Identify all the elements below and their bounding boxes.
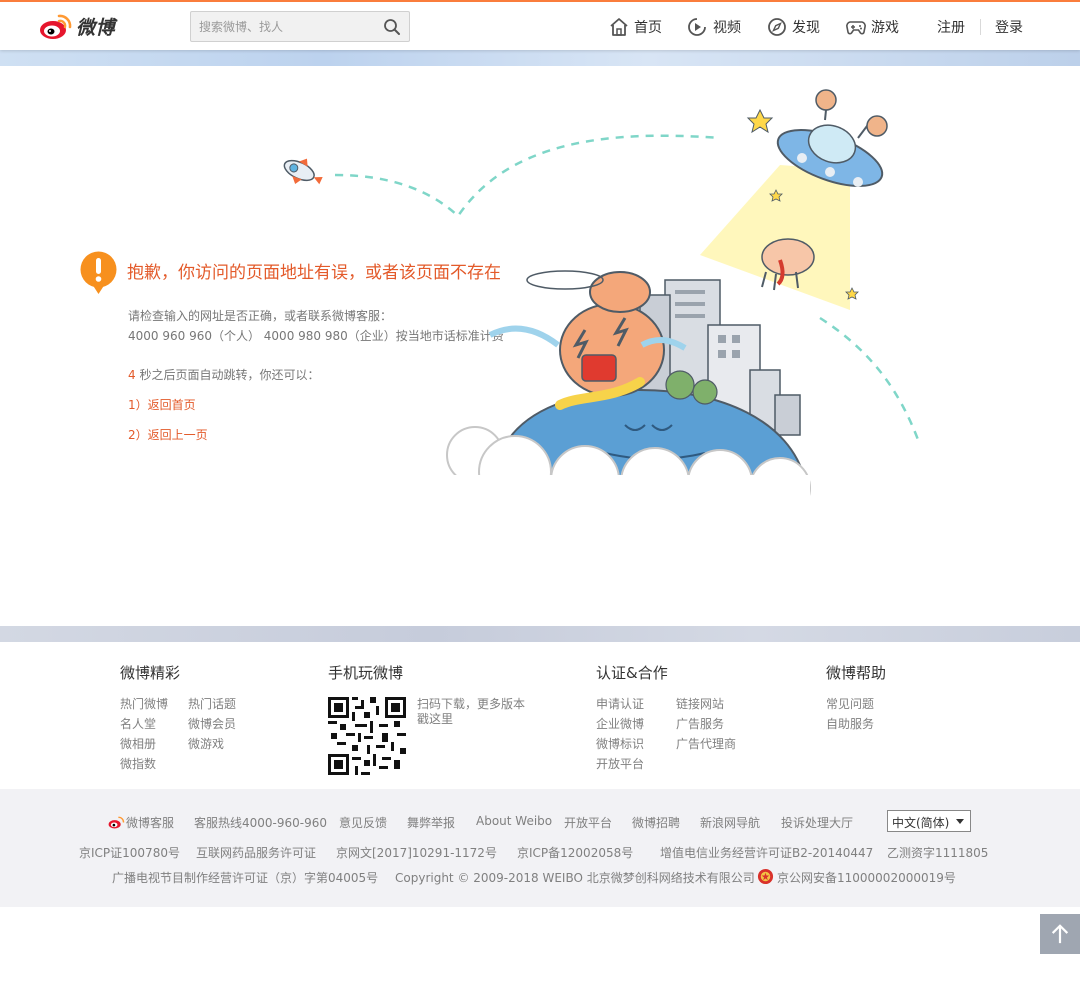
qr-download-text[interactable]: 扫码下载，更多版本戳这里: [417, 697, 533, 727]
hotline-link[interactable]: 客服热线4000-960-960: [194, 814, 327, 831]
search-input[interactable]: [199, 17, 369, 37]
back-home-link[interactable]: 1）返回首页: [128, 396, 196, 413]
nav-video-label: 视频: [713, 20, 741, 36]
customer-service-label: 微博客服: [126, 816, 175, 830]
footer-col-help: 微博帮助 常见问题 自助服务: [826, 662, 886, 731]
warning-icon: [80, 251, 117, 294]
copyright-text: Copyright © 2009-2018 WEIBO 北京微梦创科网络技术有限…: [395, 871, 755, 885]
weibo-logo-icon: [40, 14, 72, 39]
dashed-path-right: [819, 316, 922, 446]
footer-link[interactable]: 链接网站: [676, 697, 738, 711]
nav-games-label: 游戏: [871, 20, 899, 36]
weibo-small-icon: [108, 816, 125, 829]
footer-link[interactable]: 微博会员: [188, 717, 236, 731]
complaint-center-link[interactable]: 投诉处理大厅: [781, 814, 853, 831]
fraud-report-link[interactable]: 舞弊举报: [407, 814, 455, 831]
weibo-logo[interactable]: 微博: [38, 10, 122, 42]
footer-link[interactable]: 开放平台: [596, 757, 656, 771]
language-select-value: 中文(简体): [892, 816, 950, 830]
main-nav: 首页 视频 发现 游戏: [608, 14, 924, 40]
sina-nav-link[interactable]: 新浪网导航: [700, 814, 760, 831]
footer-copyright-row: 广播电视节目制作经营许可证（京）字第04005号 Copyright © 200…: [0, 868, 1080, 886]
footer-link[interactable]: 自助服务: [826, 717, 886, 731]
language-select[interactable]: 中文(简体): [887, 810, 971, 832]
footer-col-title: 微博帮助: [826, 664, 887, 682]
footer-link[interactable]: 名人堂: [120, 717, 168, 731]
qr-code-icon[interactable]: [328, 697, 406, 775]
rocket-icon: [283, 158, 323, 185]
footer-link[interactable]: 微游戏: [188, 737, 236, 751]
back-to-top-button[interactable]: [1040, 914, 1080, 954]
bottom-decor-band: [0, 626, 1080, 642]
footer-link[interactable]: 热门话题: [188, 697, 236, 711]
footer-license-row: 京ICP证100780号 互联网药品服务许可证 京网文[2017]10291-1…: [0, 844, 1080, 860]
404-illustration: [283, 89, 922, 525]
footer-link[interactable]: 申请认证: [596, 697, 656, 711]
feedback-link[interactable]: 意见反馈: [339, 814, 387, 831]
footer-link[interactable]: 热门微博: [120, 697, 168, 711]
video-icon: [688, 18, 706, 36]
footer-link[interactable]: 微博标识: [596, 737, 656, 751]
login-link[interactable]: 登录: [995, 17, 1023, 37]
countdown-number: 4: [128, 368, 136, 382]
top-decor-band: [0, 50, 1080, 66]
register-link[interactable]: 注册: [937, 17, 965, 37]
footer-link[interactable]: 企业微博: [596, 717, 656, 731]
footer-col-title: 微博精彩: [120, 664, 181, 682]
open-platform-link[interactable]: 开放平台: [564, 814, 612, 831]
footer-col-title: 手机玩微博: [328, 664, 404, 682]
police-badge-icon: [757, 868, 774, 884]
logo-text: 微博: [76, 16, 116, 39]
top-nav: 微博 首页 视频 发现 游戏 注册 登录: [0, 0, 1080, 50]
license-text[interactable]: 京ICP备12002058号: [517, 844, 633, 861]
search-box: [190, 11, 410, 42]
dashed-path-left: [334, 134, 721, 218]
jobs-link[interactable]: 微博招聘: [632, 814, 680, 831]
nav-home[interactable]: 首页: [608, 17, 662, 37]
compass-icon: [768, 18, 786, 36]
footer-link[interactable]: 微指数: [120, 757, 168, 771]
license-text[interactable]: 乙测资字1111805: [887, 844, 988, 861]
home-icon: [610, 18, 628, 36]
star-icon: [746, 108, 774, 134]
license-text[interactable]: 京ICP证100780号: [79, 844, 180, 861]
nav-home-label: 首页: [634, 20, 662, 36]
footer-link[interactable]: 广告代理商: [676, 737, 738, 751]
nav-games[interactable]: 游戏: [845, 17, 899, 37]
arrow-up-icon: [1051, 924, 1069, 944]
license-text[interactable]: 增值电信业务经营许可证B2-20140447: [660, 844, 873, 861]
divider: [980, 19, 981, 35]
police-record-link[interactable]: 京公网安备11000002000019号: [757, 868, 956, 886]
license-text[interactable]: 京网文[2017]10291-1172号: [336, 844, 497, 861]
footer-link[interactable]: 广告服务: [676, 717, 738, 731]
footer-col-title: 认证&合作: [596, 664, 668, 682]
customer-service-link[interactable]: 微博客服: [108, 814, 174, 831]
footer-col-certification: 认证&合作 申请认证 链接网站 企业微博 广告服务 微博标识 广告代理商 开放平…: [596, 662, 738, 771]
back-previous-link[interactable]: 2）返回上一页: [128, 426, 208, 443]
footer-col-weibo-highlights: 微博精彩 热门微博 热门话题 名人堂 微博会员 微相册 微游戏 微指数: [120, 662, 236, 771]
footer-col-mobile: 手机玩微博: [328, 662, 403, 697]
nav-discover-label: 发现: [792, 20, 820, 36]
footer-link[interactable]: 常见问题: [826, 697, 886, 711]
broadcast-license-text[interactable]: 广播电视节目制作经营许可证（京）字第04005号: [112, 869, 378, 886]
police-record-label: 京公网安备11000002000019号: [777, 871, 956, 885]
gamepad-icon: [846, 21, 866, 35]
license-text[interactable]: 互联网药品服务许可证: [196, 844, 316, 861]
footer-link[interactable]: 微相册: [120, 737, 168, 751]
search-icon[interactable]: [383, 18, 401, 36]
about-weibo-link[interactable]: About Weibo: [476, 814, 552, 828]
nav-discover[interactable]: 发现: [766, 17, 820, 37]
dropdown-arrow-icon: [956, 819, 964, 824]
nav-video[interactable]: 视频: [687, 17, 741, 37]
account-links: 注册 登录: [937, 17, 1023, 37]
